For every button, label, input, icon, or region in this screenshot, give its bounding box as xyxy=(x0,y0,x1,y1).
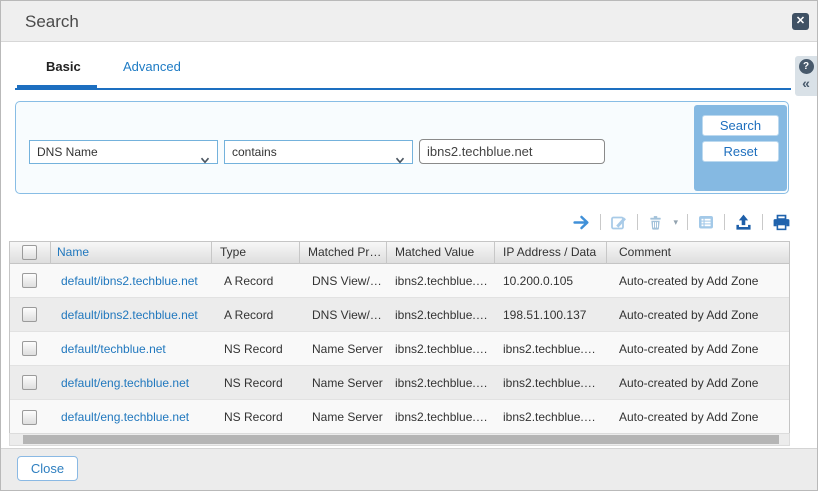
ip-address-data: ibns2.techblue.… xyxy=(495,410,607,424)
toolbar-divider xyxy=(687,214,688,230)
record-type: NS Record xyxy=(212,410,300,424)
search-value-input[interactable] xyxy=(419,139,605,164)
reset-button[interactable]: Reset xyxy=(702,141,779,162)
table-row: default/techblue.net NS Record Name Serv… xyxy=(10,332,789,366)
column-header-type[interactable]: Type xyxy=(212,242,300,264)
row-checkbox[interactable] xyxy=(22,375,37,390)
dialog-close-icon[interactable]: ✕ xyxy=(792,13,809,30)
collapse-icon[interactable]: « xyxy=(795,75,817,91)
print-icon[interactable] xyxy=(772,213,791,232)
table-row: default/ibns2.techblue.net A Record DNS … xyxy=(10,264,789,298)
search-button-panel: Search Reset xyxy=(694,105,787,191)
matched-property: DNS View/… xyxy=(300,308,387,322)
tab-active-indicator xyxy=(17,85,97,90)
tab-underline xyxy=(15,88,791,90)
edit-icon[interactable] xyxy=(610,213,628,231)
tab-basic[interactable]: Basic xyxy=(46,59,81,74)
record-link[interactable]: default/ibns2.techblue.net xyxy=(51,308,212,322)
matched-value: ibns2.techblue.… xyxy=(387,274,495,288)
results-table: Name Type Matched Pr… Matched Value IP A… xyxy=(9,241,790,435)
matched-value: ibns2.techblue.… xyxy=(387,376,495,390)
toolbar-divider xyxy=(762,214,763,230)
tab-advanced[interactable]: Advanced xyxy=(123,59,181,74)
chevron-down-icon xyxy=(200,149,210,171)
record-type: NS Record xyxy=(212,376,300,390)
search-criteria-panel: DNS Name contains Search Reset xyxy=(15,101,789,194)
toolbar-divider xyxy=(600,214,601,230)
comment: Auto-created by Add Zone xyxy=(607,410,789,424)
record-link[interactable]: default/eng.techblue.net xyxy=(51,376,212,390)
search-dialog: Search ✕ Basic Advanced ? « DNS Name con… xyxy=(0,0,818,491)
record-type: A Record xyxy=(212,308,300,322)
record-type: NS Record xyxy=(212,342,300,356)
delete-icon[interactable] xyxy=(647,214,664,231)
matched-value: ibns2.techblue.… xyxy=(387,342,495,356)
field-select-value: DNS Name xyxy=(37,145,98,159)
record-link[interactable]: default/ibns2.techblue.net xyxy=(51,274,212,288)
row-checkbox[interactable] xyxy=(22,307,37,322)
horizontal-scrollbar-thumb[interactable] xyxy=(23,435,779,444)
close-button[interactable]: Close xyxy=(17,456,78,481)
comment: Auto-created by Add Zone xyxy=(607,308,789,322)
comment: Auto-created by Add Zone xyxy=(607,376,789,390)
results-toolbar: ▾ xyxy=(572,212,791,232)
ip-address-data: ibns2.techblue.… xyxy=(495,376,607,390)
horizontal-scrollbar[interactable] xyxy=(9,433,790,446)
record-link[interactable]: default/techblue.net xyxy=(51,342,212,356)
delete-dropdown-caret[interactable]: ▾ xyxy=(673,218,678,227)
toolbar-divider xyxy=(637,214,638,230)
column-header-matched-value[interactable]: Matched Value xyxy=(387,242,495,264)
column-header-matched-property[interactable]: Matched Pr… xyxy=(300,242,387,264)
dialog-title: Search xyxy=(25,1,79,42)
record-type: A Record xyxy=(212,274,300,288)
column-header-comment[interactable]: Comment xyxy=(607,242,789,264)
matched-property: Name Server xyxy=(300,342,387,356)
go-to-icon[interactable] xyxy=(572,213,591,232)
record-link[interactable]: default/eng.techblue.net xyxy=(51,410,212,424)
help-icon[interactable]: ? xyxy=(799,59,814,74)
matched-property: DNS View/… xyxy=(300,274,387,288)
row-checkbox[interactable] xyxy=(22,341,37,356)
column-header-name[interactable]: Name xyxy=(51,242,212,264)
ip-address-data: 198.51.100.137 xyxy=(495,308,607,322)
matched-property: Name Server xyxy=(300,410,387,424)
export-icon[interactable] xyxy=(734,213,753,232)
columns-icon[interactable] xyxy=(697,213,715,231)
operator-select[interactable]: contains xyxy=(224,140,413,164)
ip-address-data: 10.200.0.105 xyxy=(495,274,607,288)
search-button[interactable]: Search xyxy=(702,115,779,136)
operator-select-value: contains xyxy=(232,145,277,159)
header-checkbox-cell xyxy=(10,242,51,264)
table-row: default/eng.techblue.net NS Record Name … xyxy=(10,366,789,400)
comment: Auto-created by Add Zone xyxy=(607,342,789,356)
comment: Auto-created by Add Zone xyxy=(607,274,789,288)
field-select[interactable]: DNS Name xyxy=(29,140,218,164)
table-row: default/eng.techblue.net NS Record Name … xyxy=(10,400,789,434)
toolbar-divider xyxy=(724,214,725,230)
row-checkbox[interactable] xyxy=(22,273,37,288)
table-header-row: Name Type Matched Pr… Matched Value IP A… xyxy=(10,242,789,264)
matched-property: Name Server xyxy=(300,376,387,390)
chevron-down-icon xyxy=(395,149,405,171)
ip-address-data: ibns2.techblue.… xyxy=(495,342,607,356)
dialog-titlebar: Search ✕ xyxy=(1,1,817,42)
table-row: default/ibns2.techblue.net A Record DNS … xyxy=(10,298,789,332)
matched-value: ibns2.techblue.… xyxy=(387,308,495,322)
matched-value: ibns2.techblue.… xyxy=(387,410,495,424)
select-all-checkbox[interactable] xyxy=(22,245,37,260)
dialog-footer: Close xyxy=(1,448,817,490)
row-checkbox[interactable] xyxy=(22,410,37,425)
column-header-ip-address[interactable]: IP Address / Data xyxy=(495,242,607,264)
side-help-panel: ? « xyxy=(795,56,817,96)
